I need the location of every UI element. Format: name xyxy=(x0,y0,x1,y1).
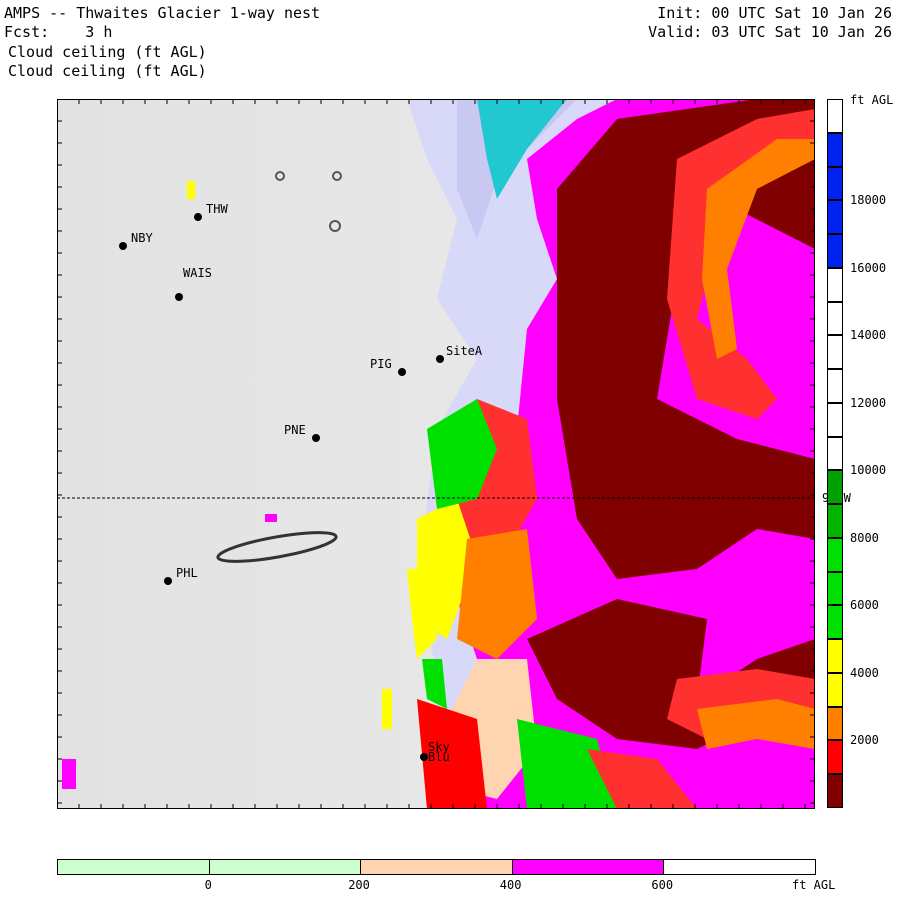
station-label: WAIS xyxy=(183,266,212,280)
bottom-bar-label: 200 xyxy=(348,878,370,892)
colorbar-label: 18000 xyxy=(850,193,887,208)
field-name-2: Cloud ceiling (ft AGL) xyxy=(8,62,207,80)
station-label: SiteA xyxy=(446,344,483,358)
colorbar-label: 12000 xyxy=(850,395,887,410)
station-wais[interactable]: WAIS xyxy=(175,266,212,305)
colorbar-label: 16000 xyxy=(850,260,887,275)
map-title: AMPS -- Thwaites Glacier 1-way nest xyxy=(4,4,321,22)
station-sitea[interactable]: SiteA xyxy=(436,344,482,367)
colorbar-segment xyxy=(827,132,843,167)
bottom-bar-label: 0 xyxy=(204,878,212,892)
bottom-bar-label: 600 xyxy=(651,878,674,892)
colorbar-segment xyxy=(827,639,843,673)
colorbar-units: ft AGL xyxy=(850,93,894,107)
station-phl[interactable]: PHL xyxy=(164,566,198,589)
colorbar-segment xyxy=(827,436,843,471)
station-sky-blu[interactable]: Sky Blu xyxy=(420,741,450,765)
bottom-bar-segment xyxy=(208,859,362,875)
colorbar-label: 4000 xyxy=(850,665,879,680)
colorbar-label: 8000 xyxy=(850,530,879,545)
field-name: Cloud ceiling (ft AGL) xyxy=(8,43,207,61)
colorbar-label: 2000 xyxy=(850,733,879,748)
colorbar-segment xyxy=(827,402,843,437)
bottom-bar-units: ft AGL xyxy=(792,878,836,892)
colorbar-segment xyxy=(827,774,843,808)
bottom-bar-label: 400 xyxy=(499,878,522,892)
bottom-bar-segment xyxy=(57,859,210,875)
colorbar-segment xyxy=(827,335,843,370)
colorbar-segment xyxy=(827,99,843,133)
colorbar-segment xyxy=(827,537,843,572)
station-label: PHL xyxy=(176,566,198,580)
colorbar-segment xyxy=(827,166,843,201)
bottom-bar-segment xyxy=(511,859,665,875)
init-time: Init: 00 UTC Sat 10 Jan 26 xyxy=(657,4,892,22)
colorbar-label: 14000 xyxy=(850,328,887,343)
colorbar-segment xyxy=(827,706,843,741)
colorbar-segment xyxy=(827,470,843,505)
cloud-ceiling-map xyxy=(57,99,815,809)
colorbar-label: 10000 xyxy=(850,463,887,478)
valid-time: Valid: 03 UTC Sat 10 Jan 26 xyxy=(648,23,892,41)
forecast-hour: Fcst: 3 h xyxy=(4,23,113,41)
colorbar-segment xyxy=(827,234,843,268)
colorbar-segment xyxy=(827,740,843,775)
colorbar-segment xyxy=(827,504,843,538)
colorbar-segment xyxy=(827,301,843,336)
station-thw[interactable]: THW xyxy=(194,202,228,225)
station-label: NBY xyxy=(131,231,153,245)
colorbar-segment xyxy=(827,571,843,606)
station-label: Sky Blu xyxy=(428,740,450,764)
bottom-bar-segment xyxy=(360,859,513,875)
colorbar-segment xyxy=(827,200,843,235)
station-label: PNE xyxy=(284,423,306,437)
bottom-bar-segment xyxy=(663,859,816,875)
colorbar-segment xyxy=(827,672,843,707)
station-label: THW xyxy=(206,202,228,216)
station-pne[interactable]: PNE xyxy=(284,423,320,446)
station-pig[interactable]: PIG xyxy=(370,357,406,380)
colorbar-segment xyxy=(827,267,843,302)
station-nby[interactable]: NBY xyxy=(119,231,153,254)
station-label: PIG xyxy=(370,357,392,371)
colorbar-label: 6000 xyxy=(850,598,879,613)
colorbar-segment xyxy=(827,605,843,640)
colorbar-segment xyxy=(827,369,843,403)
